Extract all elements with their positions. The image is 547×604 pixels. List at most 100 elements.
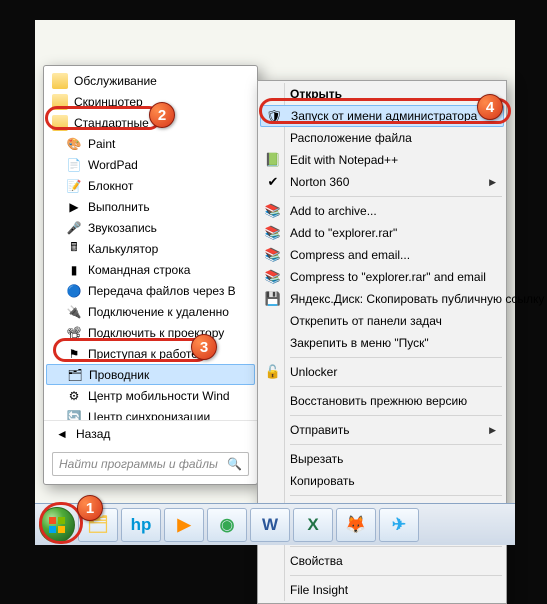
context-menu-item[interactable]: 🛡Запуск от имени администратора: [260, 105, 504, 127]
separator: [290, 495, 502, 496]
context-menu-label: Add to archive...: [290, 204, 377, 218]
start-icon: ⚑: [66, 346, 82, 362]
separator: [290, 196, 502, 197]
context-menu-label: Запуск от имени администратора: [291, 109, 477, 123]
taskbar-hp[interactable]: hp: [121, 508, 161, 542]
back-button[interactable]: ◄ Назад: [44, 420, 257, 446]
program-item[interactable]: ▶Выполнить: [46, 196, 255, 217]
program-item[interactable]: 🎨 Paint: [46, 133, 255, 154]
context-menu-label: Восстановить прежнюю версию: [290, 394, 467, 408]
search-input[interactable]: Найти программы и файлы 🔍: [52, 452, 249, 476]
context-menu-item[interactable]: Отправить ▶: [260, 419, 504, 441]
context-menu-item[interactable]: File Insight: [260, 579, 504, 601]
context-menu-item[interactable]: 💾Яндекс.Диск: Скопировать публичную ссыл…: [260, 288, 504, 310]
program-item[interactable]: Стандартные: [46, 112, 255, 133]
program-item-label: Подключить к проектору: [88, 326, 224, 340]
program-item[interactable]: 📄WordPad: [46, 154, 255, 175]
context-menu-item[interactable]: Вырезать: [260, 448, 504, 470]
program-item[interactable]: 📝 Блокнот: [46, 175, 255, 196]
sync-icon: 🔄: [66, 409, 82, 421]
mobility-icon: ⚙: [66, 388, 82, 404]
context-menu-item[interactable]: Расположение файла: [260, 127, 504, 149]
program-item[interactable]: 🎤 Звукозапись: [46, 217, 255, 238]
bt-icon: 🔵: [66, 283, 82, 299]
context-menu-label: Отправить: [290, 423, 350, 437]
taskbar-file-manager[interactable]: 🗂: [78, 508, 118, 542]
program-item-label: Звукозапись: [88, 221, 157, 235]
taskbar-firefox[interactable]: 🦊: [336, 508, 376, 542]
program-item[interactable]: ▮ Командная строка: [46, 259, 255, 280]
taskbar-telegram[interactable]: ✈: [379, 508, 419, 542]
separator: [290, 386, 502, 387]
program-item[interactable]: 📽Подключить к проектору: [46, 322, 255, 343]
npp-icon: 📗: [264, 151, 282, 169]
program-item[interactable]: ⚑ Приступая к работе: [46, 343, 255, 364]
taskbar-excel[interactable]: X: [293, 508, 333, 542]
taskbar-media-player[interactable]: ▶: [164, 508, 204, 542]
context-menu-item[interactable]: Открыть: [260, 83, 504, 105]
notepad-icon: 📝: [66, 178, 82, 194]
folder-icon: [52, 73, 68, 89]
context-menu-item[interactable]: Восстановить прежнюю версию: [260, 390, 504, 412]
rar-icon: 📚: [264, 202, 282, 220]
search-placeholder: Найти программы и файлы: [59, 457, 218, 471]
yadisk-icon: 💾: [264, 290, 282, 308]
paint-icon: 🎨: [66, 136, 82, 152]
program-item[interactable]: 🗂 Проводник: [46, 364, 255, 385]
program-item-label: Скриншотер: [74, 95, 143, 109]
desktop-area: Обслуживание Скриншотер Стандартные 🎨 Paint 📄…: [35, 20, 515, 545]
wordpad-icon: 📄: [66, 157, 82, 173]
context-menu-item[interactable]: Свойства: [260, 550, 504, 572]
rar-icon: 📚: [264, 268, 282, 286]
program-item-label: Paint: [88, 137, 115, 151]
program-item[interactable]: 🔄Центр синхронизации: [46, 406, 255, 420]
taskbar-word[interactable]: W: [250, 508, 290, 542]
program-item-label: Проводник: [89, 368, 149, 382]
separator: [290, 357, 502, 358]
sound-icon: 🎤: [66, 220, 82, 236]
program-item-label: Калькулятор: [88, 242, 158, 256]
program-item-label: Блокнот: [88, 179, 133, 193]
search-icon: 🔍: [227, 457, 242, 471]
program-item[interactable]: 🔵 Передача файлов через B: [46, 280, 255, 301]
calc-icon: 🖩: [66, 241, 82, 257]
context-menu-label: Расположение файла: [290, 131, 412, 145]
unlocker-icon: 🔓: [264, 363, 282, 381]
separator: [290, 444, 502, 445]
context-menu-item[interactable]: ✔Norton 360▶: [260, 171, 504, 193]
rar-icon: 📚: [264, 246, 282, 264]
context-menu-item[interactable]: 📚 Compress and email...: [260, 244, 504, 266]
taskbar-chrome[interactable]: ◉: [207, 508, 247, 542]
context-menu-label: Add to "explorer.rar": [290, 226, 397, 240]
explorer-icon: 🗂: [67, 367, 83, 383]
program-item-label: Командная строка: [88, 263, 190, 277]
context-menu-item[interactable]: 📚 Compress to "explorer.rar" and email: [260, 266, 504, 288]
context-menu-label: Открыть: [290, 87, 342, 101]
context-menu-item[interactable]: 🔓Unlocker: [260, 361, 504, 383]
program-item[interactable]: Скриншотер: [46, 91, 255, 112]
program-item-label: Передача файлов через B: [88, 284, 236, 298]
cmd-icon: ▮: [66, 262, 82, 278]
context-menu-label: Закрепить в меню "Пуск": [290, 336, 429, 350]
context-menu-label: Norton 360: [290, 175, 349, 189]
program-list: Обслуживание Скриншотер Стандартные 🎨 Paint 📄…: [44, 66, 257, 420]
program-item[interactable]: 🔌Подключение к удаленно: [46, 301, 255, 322]
program-item[interactable]: Обслуживание: [46, 70, 255, 91]
context-menu-item[interactable]: Копировать: [260, 470, 504, 492]
program-item[interactable]: ⚙Центр мобильности Wind: [46, 385, 255, 406]
context-menu-label: Compress to "explorer.rar" and email: [290, 270, 486, 284]
context-menu-item[interactable]: 📚Add to "explorer.rar": [260, 222, 504, 244]
folder-icon: [52, 115, 68, 131]
submenu-arrow-icon: ▶: [489, 425, 496, 436]
context-menu-item[interactable]: Открепить от панели задач: [260, 310, 504, 332]
context-menu-label: Открепить от панели задач: [290, 314, 442, 328]
context-menu-label: Compress and email...: [290, 248, 410, 262]
program-item-label: Подключение к удаленно: [88, 305, 229, 319]
start-button[interactable]: [39, 507, 75, 543]
context-menu-item[interactable]: 📗Edit with Notepad++: [260, 149, 504, 171]
taskbar: 🗂hp▶◉WX🦊✈: [35, 503, 515, 545]
context-menu-item[interactable]: Закрепить в меню "Пуск": [260, 332, 504, 354]
program-item-label: Приступая к работе: [88, 347, 198, 361]
context-menu-item[interactable]: 📚 Add to archive...: [260, 200, 504, 222]
program-item[interactable]: 🖩 Калькулятор: [46, 238, 255, 259]
